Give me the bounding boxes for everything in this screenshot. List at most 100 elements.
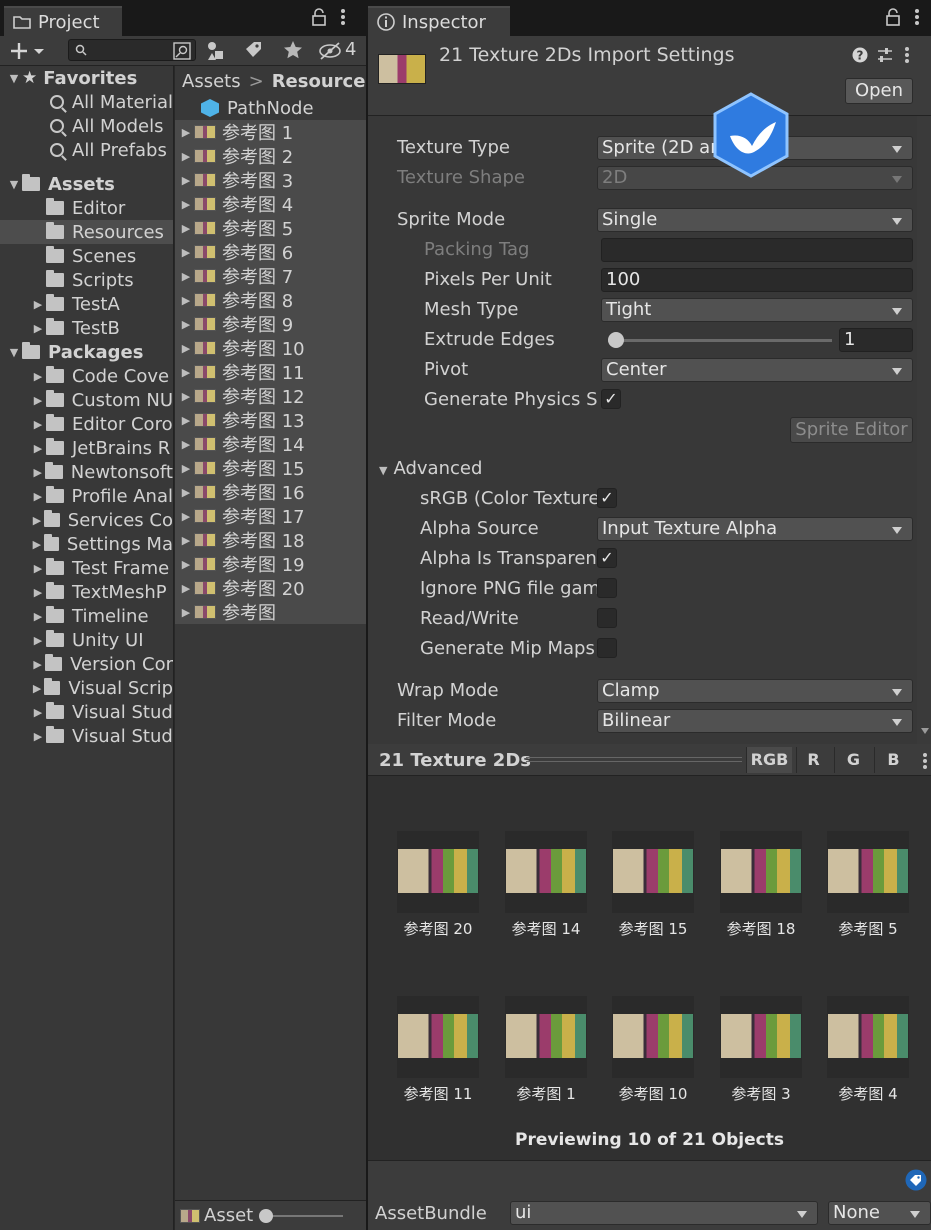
expand-arrow-icon[interactable]: ▶ xyxy=(178,150,194,163)
texture-file-item[interactable]: ▶ 参考图 16 xyxy=(175,480,366,504)
expand-arrow-icon[interactable]: ▶ xyxy=(178,126,194,139)
alpha-transparency-checkbox[interactable]: ✓ xyxy=(597,548,617,568)
favorite-item[interactable]: All Prefabs xyxy=(0,138,173,162)
expand-arrow-icon[interactable]: ▶ xyxy=(30,610,46,623)
package-folder[interactable]: ▶ Unity UI xyxy=(0,628,173,652)
expand-arrow-icon[interactable]: ▶ xyxy=(178,294,194,307)
texture-file-item[interactable]: ▶ 参考图 8 xyxy=(175,288,366,312)
texture-file-item[interactable]: ▶ 参考图 18 xyxy=(175,528,366,552)
create-plus-icon[interactable] xyxy=(10,41,46,61)
package-folder[interactable]: ▶ Visual Stud xyxy=(0,700,173,724)
expand-arrow-icon[interactable]: ▶ xyxy=(178,486,194,499)
more-options-icon[interactable] xyxy=(340,8,346,26)
texture-file-item[interactable]: ▶ 参考图 11 xyxy=(175,360,366,384)
expand-arrow-icon[interactable]: ▶ xyxy=(178,366,194,379)
expand-arrow-icon[interactable]: ▶ xyxy=(178,318,194,331)
package-folder[interactable]: ▶ Visual Stud xyxy=(0,724,173,748)
breadcrumb-root[interactable]: Assets xyxy=(182,71,241,92)
mip-maps-checkbox[interactable] xyxy=(597,638,617,658)
texture-file-item[interactable]: ▶ 参考图 6 xyxy=(175,240,366,264)
expand-arrow-icon[interactable]: ▶ xyxy=(30,634,46,647)
srgb-checkbox[interactable]: ✓ xyxy=(597,488,617,508)
expand-arrow-icon[interactable]: ▶ xyxy=(178,342,194,355)
texture-file-item[interactable]: ▶ 参考图 7 xyxy=(175,264,366,288)
asset-folder-scenes[interactable]: Scenes xyxy=(0,244,173,268)
preview-thumbnail[interactable]: 参考图 5 xyxy=(827,831,909,939)
slider-knob[interactable] xyxy=(259,1209,273,1223)
expand-arrow-icon[interactable]: ▶ xyxy=(178,246,194,259)
hidden-packages-icon[interactable] xyxy=(318,41,342,61)
texture-file-item[interactable]: ▶ 参考图 2 xyxy=(175,144,366,168)
texture-file-item[interactable]: ▶ 参考图 17 xyxy=(175,504,366,528)
expand-arrow-icon[interactable]: ▶ xyxy=(30,490,46,503)
expand-arrow-icon[interactable]: ▶ xyxy=(30,394,46,407)
assets-header[interactable]: ▼ Assets xyxy=(0,172,173,196)
channel-r-button[interactable]: R xyxy=(796,747,830,773)
pixels-per-unit-input[interactable]: 100 xyxy=(601,268,913,292)
file-item-pathnode[interactable]: PathNode xyxy=(175,96,366,120)
icon-size-slider[interactable] xyxy=(271,1215,343,1217)
expand-arrow-icon[interactable]: ▶ xyxy=(30,586,46,599)
mesh-type-dropdown[interactable]: Tight xyxy=(601,298,913,322)
package-folder[interactable]: ▶ TextMeshP xyxy=(0,580,173,604)
texture-file-item[interactable]: ▶ 参考图 13 xyxy=(175,408,366,432)
extrude-edges-slider[interactable] xyxy=(608,339,832,342)
scroll-down-arrow-icon[interactable] xyxy=(921,728,929,734)
expand-arrow-icon[interactable]: ▶ xyxy=(30,322,46,335)
read-write-checkbox[interactable] xyxy=(597,608,617,628)
preview-menu-icon[interactable] xyxy=(922,752,928,770)
package-folder[interactable]: ▶ Newtonsoft xyxy=(0,460,173,484)
extrude-edges-slider-knob[interactable] xyxy=(608,332,624,348)
asset-bundle-dropdown[interactable]: ui xyxy=(510,1201,818,1225)
expand-arrow-icon[interactable]: ▶ xyxy=(178,198,194,211)
wrap-mode-dropdown[interactable]: Clamp xyxy=(597,679,913,703)
help-icon[interactable]: ? xyxy=(852,47,868,63)
breadcrumb-current[interactable]: Resources xyxy=(272,71,366,92)
expand-arrow-icon[interactable]: ▶ xyxy=(178,438,194,451)
expand-arrow-icon[interactable]: ▶ xyxy=(30,418,46,431)
asset-folder-testa[interactable]: ▶ TestA xyxy=(0,292,173,316)
expand-arrow-icon[interactable]: ▶ xyxy=(30,706,46,719)
asset-folder-resources[interactable]: Resources xyxy=(0,220,173,244)
texture-file-item[interactable]: ▶ 参考图 9 xyxy=(175,312,366,336)
package-folder[interactable]: ▶ Visual Scrip xyxy=(0,676,173,700)
texture-file-item[interactable]: ▶ 参考图 19 xyxy=(175,552,366,576)
asset-folder-testb[interactable]: ▶ TestB xyxy=(0,316,173,340)
favorite-star-icon[interactable] xyxy=(283,40,303,60)
preview-thumbnail[interactable]: 参考图 14 xyxy=(505,831,587,939)
preview-thumbnail[interactable]: 参考图 20 xyxy=(397,831,479,939)
channel-g-button[interactable]: G xyxy=(834,747,872,773)
generate-physics-checkbox[interactable]: ✓ xyxy=(601,389,621,409)
preview-thumbnail[interactable]: 参考图 15 xyxy=(612,831,694,939)
extrude-edges-input[interactable]: 1 xyxy=(839,328,913,352)
texture-file-item[interactable]: ▶ 参考图 4 xyxy=(175,192,366,216)
asset-folder-editor[interactable]: Editor xyxy=(0,196,173,220)
texture-file-item[interactable]: ▶ 参考图 5 xyxy=(175,216,366,240)
inspector-tab[interactable]: Inspector xyxy=(368,6,510,36)
preview-thumbnail[interactable]: 参考图 11 xyxy=(397,996,479,1104)
expand-arrow-icon[interactable]: ▶ xyxy=(178,510,194,523)
expand-arrow-icon[interactable]: ▼ xyxy=(6,72,22,85)
favorite-item[interactable]: All Material xyxy=(0,90,173,114)
channel-b-button[interactable]: B xyxy=(874,747,912,773)
asset-label-icon[interactable] xyxy=(905,1169,927,1191)
expand-arrow-icon[interactable]: ▶ xyxy=(178,606,194,619)
project-tab[interactable]: Project xyxy=(4,6,122,36)
presets-sliders-icon[interactable] xyxy=(876,46,894,64)
asset-folder-scripts[interactable]: Scripts xyxy=(0,268,173,292)
expand-arrow-icon[interactable]: ▶ xyxy=(30,298,46,311)
package-folder[interactable]: ▶ Settings Ma xyxy=(0,532,173,556)
alpha-source-dropdown[interactable]: Input Texture Alpha xyxy=(597,517,913,541)
expand-arrow-icon[interactable]: ▶ xyxy=(30,562,46,575)
texture-file-item[interactable]: ▶ 参考图 xyxy=(175,600,366,624)
texture-file-item[interactable]: ▶ 参考图 3 xyxy=(175,168,366,192)
package-folder[interactable]: ▶ Code Cove xyxy=(0,364,173,388)
expand-arrow-icon[interactable]: ▶ xyxy=(178,390,194,403)
preview-thumbnail[interactable]: 参考图 10 xyxy=(612,996,694,1104)
packages-header[interactable]: ▼ Packages xyxy=(0,340,173,364)
preview-drag-handle[interactable] xyxy=(526,757,742,762)
expand-arrow-icon[interactable]: ▶ xyxy=(30,466,45,479)
expand-arrow-icon[interactable]: ▼ xyxy=(6,178,22,191)
expand-arrow-icon[interactable]: ▶ xyxy=(30,370,46,383)
asset-bundle-variant-dropdown[interactable]: None xyxy=(828,1201,931,1225)
